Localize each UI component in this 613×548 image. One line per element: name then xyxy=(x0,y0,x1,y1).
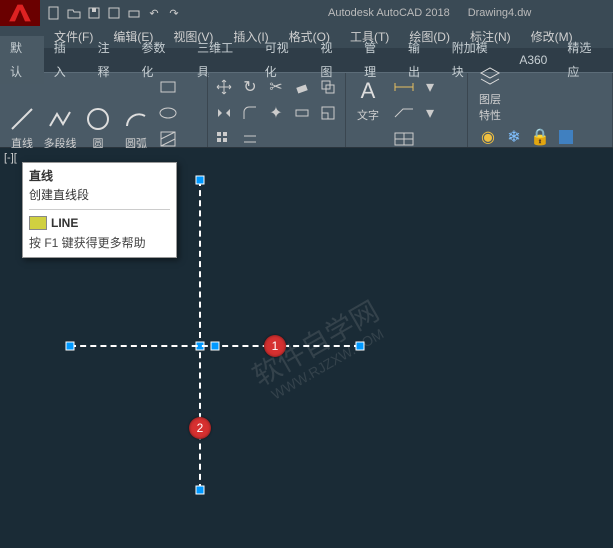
quick-access-toolbar: ↶ ↷ xyxy=(40,5,188,21)
selected-line-vertical[interactable] xyxy=(199,180,201,490)
tool-ellipse-icon[interactable] xyxy=(156,101,180,125)
grip-h-right[interactable] xyxy=(356,342,365,351)
undo-icon[interactable]: ↶ xyxy=(146,5,162,21)
tab-a360[interactable]: A360 xyxy=(509,48,557,72)
panel-annotate: A 文字 ▾ ▾ 注释▼ xyxy=(346,73,468,147)
arc-icon xyxy=(122,105,150,133)
annotation-marker-1: 1 xyxy=(264,335,286,357)
layer-lock-icon[interactable]: 🔒 xyxy=(528,125,552,149)
open-icon[interactable] xyxy=(66,5,82,21)
dim-linear-icon[interactable] xyxy=(392,75,416,99)
stretch-icon[interactable] xyxy=(290,101,314,125)
drawing-canvas[interactable]: [-][ 软件自学网 WWW.RJZXW.COM 1 2 直线 创建直线段 LI… xyxy=(0,148,613,548)
tooltip-command: LINE xyxy=(51,216,78,230)
tool-polyline[interactable]: 多段线 xyxy=(42,103,78,151)
leader-icon[interactable] xyxy=(392,101,416,125)
grip-h-mid[interactable] xyxy=(211,342,220,351)
save-icon[interactable] xyxy=(86,5,102,21)
mirror-icon[interactable] xyxy=(212,101,236,125)
redo-icon[interactable]: ↷ xyxy=(166,5,182,21)
panel-draw: 直线 多段线 圆 圆弧 xyxy=(0,73,208,147)
layer-color-icon[interactable] xyxy=(554,125,578,149)
grip-h-left[interactable] xyxy=(66,342,75,351)
panel-modify: ↻ ✂ ✦ 修改▼ xyxy=(208,73,346,147)
explode-icon[interactable]: ✦ xyxy=(264,101,288,125)
saveas-icon[interactable] xyxy=(106,5,122,21)
tooltip-title: 直线 xyxy=(29,167,170,184)
circle-icon xyxy=(84,105,112,133)
line-icon xyxy=(8,105,36,133)
polyline-icon xyxy=(46,105,74,133)
tool-arc[interactable]: 圆弧 xyxy=(118,103,154,151)
move-icon[interactable] xyxy=(212,75,236,99)
scale-icon[interactable] xyxy=(316,101,340,125)
tool-circle[interactable]: 圆 xyxy=(80,103,116,151)
new-icon[interactable] xyxy=(46,5,62,21)
tool-rect-icon[interactable] xyxy=(156,75,180,99)
annotation-marker-2: 2 xyxy=(189,417,211,439)
leader-more-icon[interactable]: ▾ xyxy=(418,101,442,125)
tooltip-help: 按 F1 键获得更多帮助 xyxy=(29,234,170,251)
trim-icon[interactable]: ✂ xyxy=(264,75,288,99)
file-name: Drawing4.dw xyxy=(468,7,532,19)
app-title: Autodesk AutoCAD 2018 xyxy=(328,7,450,19)
tooltip-line: 直线 创建直线段 LINE 按 F1 键获得更多帮助 xyxy=(22,162,177,258)
title-bar: ↶ ↷ Autodesk AutoCAD 2018 Drawing4.dw xyxy=(0,0,613,26)
layer-properties[interactable]: 图层 特性 xyxy=(472,75,508,123)
layer-freeze-icon[interactable]: ❄ xyxy=(502,125,526,149)
fillet-icon[interactable] xyxy=(238,101,262,125)
rotate-icon[interactable]: ↻ xyxy=(238,75,262,99)
grip-v-top[interactable] xyxy=(196,176,205,185)
layers-icon xyxy=(476,63,504,89)
erase-icon[interactable] xyxy=(290,75,314,99)
tool-text[interactable]: A 文字 xyxy=(350,75,386,123)
app-logo[interactable] xyxy=(0,0,40,26)
tooltip-desc: 创建直线段 xyxy=(29,186,170,203)
copy-icon[interactable] xyxy=(316,75,340,99)
plot-icon[interactable] xyxy=(126,5,142,21)
command-icon xyxy=(29,216,47,230)
text-icon: A xyxy=(354,77,382,105)
tooltip-divider xyxy=(29,209,170,210)
ribbon-tabs: 默认 插入 注释 参数化 三维工具 可视化 视图 管理 输出 附加模块 A360… xyxy=(0,48,613,72)
layer-on-icon[interactable]: ◉ xyxy=(476,125,500,149)
tool-line[interactable]: 直线 xyxy=(4,103,40,151)
ribbon: 直线 多段线 圆 圆弧 ↻ ✂ xyxy=(0,72,613,148)
grip-v-bot[interactable] xyxy=(196,486,205,495)
dim-more-icon[interactable]: ▾ xyxy=(418,75,442,99)
viewport-label[interactable]: [-][ xyxy=(4,152,17,164)
panel-layer: 图层 特性 ◉ ❄ 🔒 ◧ ↩ ⇄ ≡ 图层▼ xyxy=(468,73,613,147)
